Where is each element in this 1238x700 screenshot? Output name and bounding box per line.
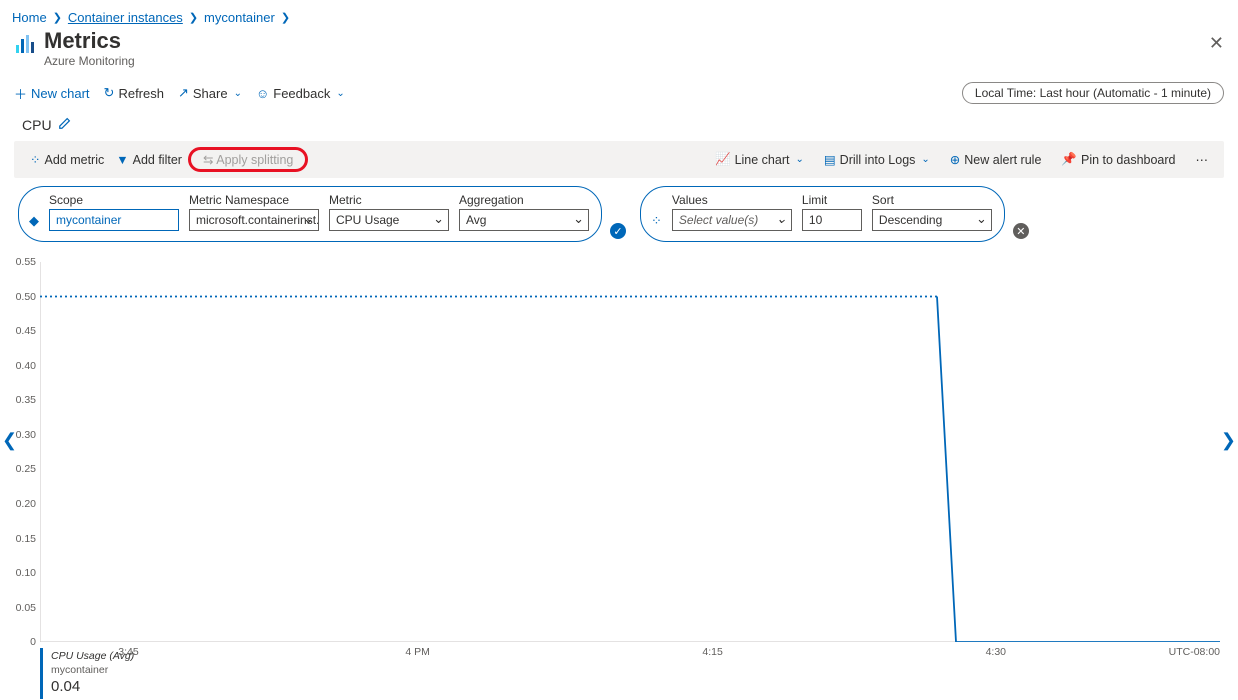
refresh-button[interactable]: ↻ Refresh: [104, 85, 164, 101]
y-tick: 0.30: [16, 429, 36, 441]
ellipsis-icon: ⋯: [1196, 152, 1209, 167]
scope-picker[interactable]: mycontainer: [49, 209, 179, 231]
y-tick: 0.40: [16, 360, 36, 372]
x-tick: 4 PM: [405, 646, 430, 658]
edit-icon[interactable]: [58, 116, 72, 133]
page-subtitle: Azure Monitoring: [44, 54, 135, 68]
chart-title: CPU: [22, 117, 52, 133]
breadcrumb: Home ❯ Container instances ❯ mycontainer…: [0, 0, 1238, 25]
metric-selector: ◆ Scope mycontainer Metric Namespace mic…: [18, 186, 602, 242]
alert-icon: ⊕: [950, 152, 960, 167]
namespace-label: Metric Namespace: [189, 193, 319, 207]
time-range-picker[interactable]: Local Time: Last hour (Automatic - 1 min…: [962, 82, 1224, 104]
limit-label: Limit: [802, 193, 862, 207]
chart-type-dropdown[interactable]: 📈 Line chart ⌄: [709, 150, 810, 169]
page-title: Metrics: [44, 29, 135, 53]
y-tick: 0.10: [16, 567, 36, 579]
values-label: Values: [672, 193, 792, 207]
split-icon: ⇆: [203, 153, 213, 167]
chevron-down-icon: ⌄: [336, 88, 344, 99]
chevron-right-icon: ❯: [189, 11, 198, 24]
close-button[interactable]: ✕: [1209, 29, 1224, 54]
command-bar: ＋ New chart ↻ Refresh ↗ Share ⌄ ☺ Feedba…: [0, 74, 1238, 112]
smiley-icon: ☺: [256, 86, 269, 101]
metric-select[interactable]: CPU Usage: [329, 209, 449, 231]
namespace-select[interactable]: microsoft.containerinst...: [189, 209, 319, 231]
chart-toolbar: ⁘ Add metric ▼ Add filter ⇆ Apply splitt…: [14, 141, 1224, 178]
plus-icon: ＋: [14, 84, 27, 103]
sort-label: Sort: [872, 193, 992, 207]
legend-value: 0.04: [51, 677, 134, 697]
sort-select[interactable]: Descending: [872, 209, 992, 231]
chevron-right-icon: ❯: [53, 11, 62, 24]
chart-title-row: CPU: [0, 112, 1238, 137]
add-metric-icon: ⁘: [30, 152, 40, 167]
y-tick: 0.05: [16, 602, 36, 614]
pin-dashboard-button[interactable]: 📌 Pin to dashboard: [1055, 150, 1181, 169]
values-select[interactable]: Select value(s): [672, 209, 792, 231]
bc-container-instances[interactable]: Container instances: [68, 10, 183, 25]
drill-logs-button[interactable]: ▤ Drill into Logs ⌄: [818, 150, 936, 169]
share-button[interactable]: ↗ Share ⌄: [178, 85, 242, 101]
x-tick: 3:45: [118, 646, 138, 658]
chevron-down-icon: ⌄: [795, 154, 803, 165]
chevron-down-icon: ⌄: [921, 154, 929, 165]
chart-svg: [40, 262, 1220, 642]
chart-area[interactable]: 0.55 0.50 0.45 0.40 0.35 0.30 0.25 0.20 …: [40, 262, 1220, 642]
split-config: ⁘ Values Select value(s) Limit 10 Sort D…: [640, 186, 1005, 242]
y-tick: 0.55: [16, 256, 36, 268]
y-tick: 0: [30, 636, 36, 648]
limit-input[interactable]: 10: [802, 209, 862, 231]
aggregation-label: Aggregation: [459, 193, 589, 207]
metrics-icon: [14, 33, 36, 58]
apply-splitting-button[interactable]: ⇆ Apply splitting: [188, 147, 308, 172]
page-header: Metrics Azure Monitoring ✕: [0, 25, 1238, 74]
x-tick: 4:30: [986, 646, 1006, 658]
y-tick: 0.20: [16, 498, 36, 510]
chevron-down-icon: ⌄: [234, 88, 242, 99]
aggregation-select[interactable]: Avg: [459, 209, 589, 231]
new-alert-button[interactable]: ⊕ New alert rule: [944, 150, 1048, 169]
bc-home[interactable]: Home: [12, 10, 47, 25]
refresh-icon: ↻: [104, 85, 115, 101]
remove-icon[interactable]: ✕: [1013, 223, 1029, 239]
metric-config: ◆ Scope mycontainer Metric Namespace mic…: [0, 182, 1238, 252]
split-icon: ⁘: [651, 213, 662, 231]
pin-icon: 📌: [1061, 152, 1077, 167]
add-filter-button[interactable]: ▼ Add filter: [110, 151, 188, 169]
y-tick: 0.15: [16, 533, 36, 545]
new-chart-button[interactable]: ＋ New chart: [14, 84, 90, 103]
y-tick: 0.25: [16, 463, 36, 475]
chevron-right-icon: ❯: [281, 11, 290, 24]
filter-icon: ▼: [116, 153, 128, 167]
line-chart-icon: 📈: [715, 152, 731, 167]
y-tick: 0.45: [16, 325, 36, 337]
feedback-button[interactable]: ☺ Feedback ⌄: [256, 86, 345, 101]
add-metric-button[interactable]: ⁘ Add metric: [24, 150, 110, 169]
next-arrow[interactable]: ❯: [1221, 430, 1236, 451]
metric-label: Metric: [329, 193, 449, 207]
logs-icon: ▤: [824, 152, 836, 167]
more-button[interactable]: ⋯: [1190, 150, 1215, 169]
share-icon: ↗: [178, 85, 189, 101]
timezone-label: UTC-08:00: [1169, 646, 1220, 658]
bc-resource[interactable]: mycontainer: [204, 10, 275, 25]
confirm-icon[interactable]: ✓: [610, 223, 626, 239]
y-tick: 0.35: [16, 394, 36, 406]
resource-icon: ◆: [29, 213, 39, 231]
scope-label: Scope: [49, 193, 179, 207]
x-tick: 4:15: [702, 646, 722, 658]
legend-resource: mycontainer: [51, 664, 134, 678]
y-tick: 0.50: [16, 291, 36, 303]
